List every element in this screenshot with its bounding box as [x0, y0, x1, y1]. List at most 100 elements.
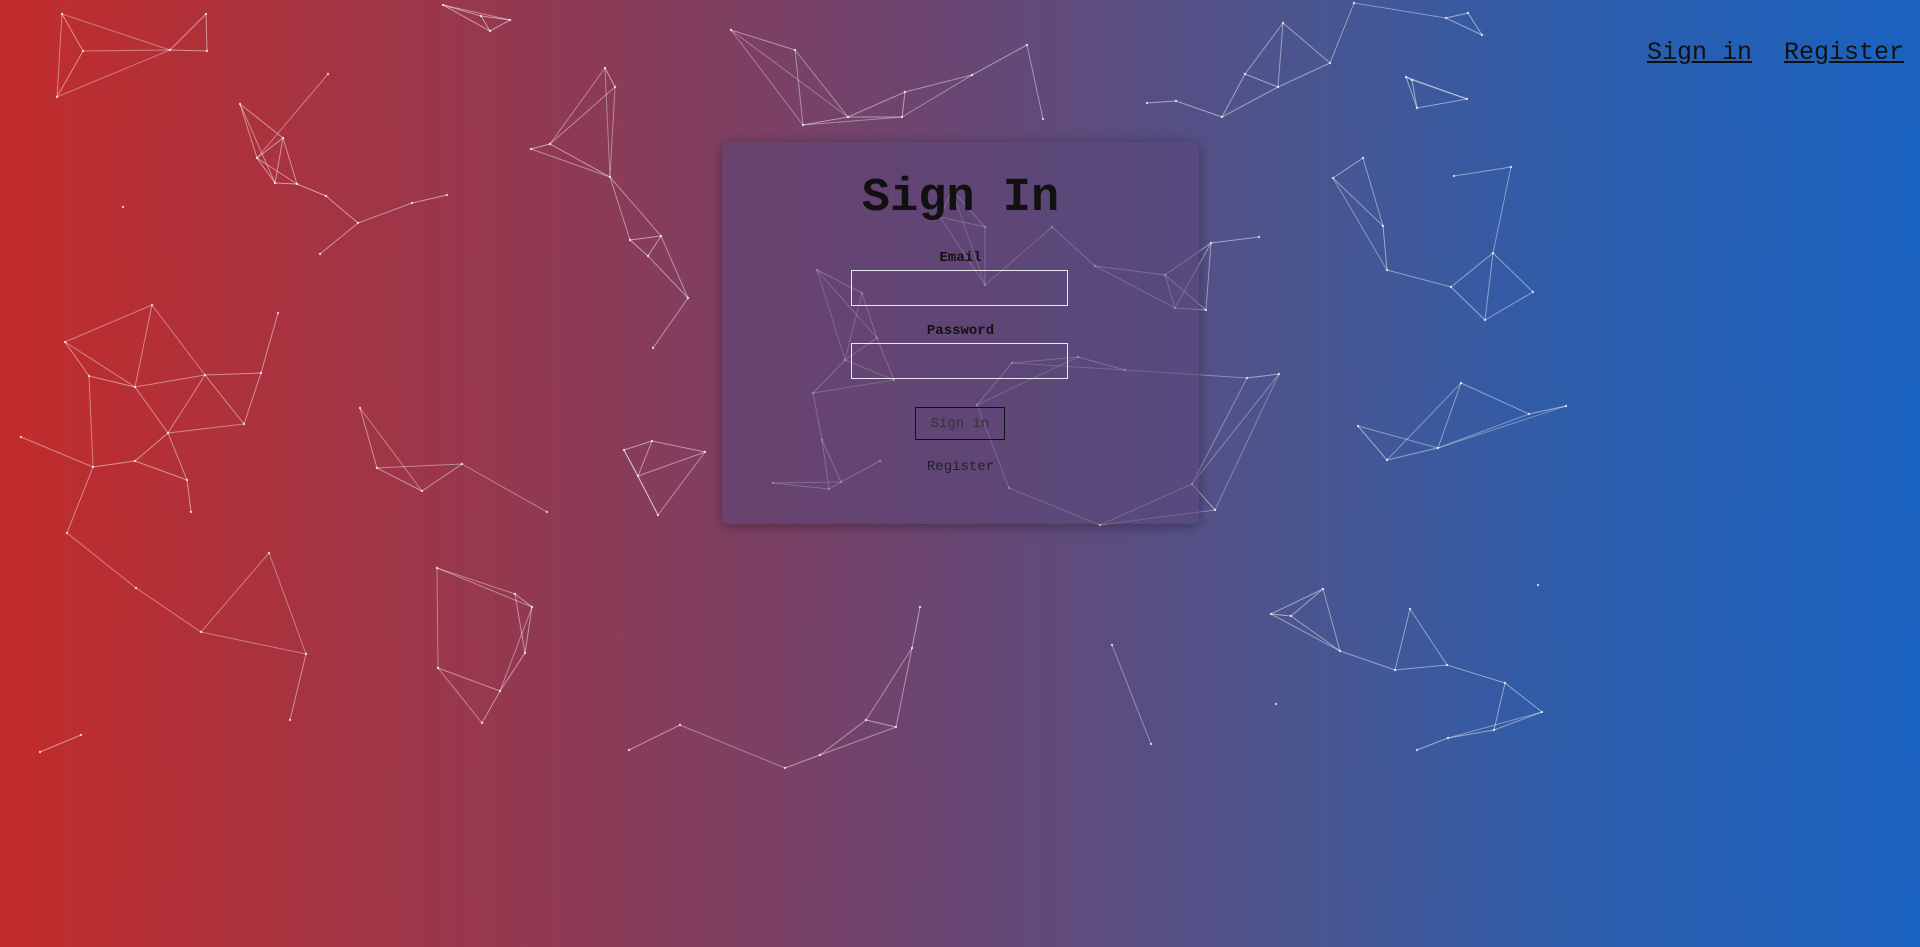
network-line [289, 653, 307, 721]
network-line [1111, 644, 1152, 745]
network-line [436, 567, 439, 669]
network-node [1356, 424, 1360, 428]
network-line [1460, 382, 1530, 415]
network-node [204, 12, 208, 16]
network-node [1449, 285, 1453, 289]
network-node [1289, 614, 1293, 618]
network-node [622, 448, 626, 452]
password-field[interactable] [851, 343, 1068, 379]
nav-sign-in-link[interactable]: Sign in [1647, 38, 1752, 67]
network-node [1459, 381, 1463, 385]
network-line [1492, 166, 1512, 254]
network-line [971, 44, 1028, 76]
network-line [151, 304, 206, 376]
network-line [1210, 236, 1260, 244]
network-node [281, 136, 285, 140]
network-node [508, 18, 512, 22]
network-node [678, 723, 682, 727]
network-line [1450, 252, 1494, 288]
network-node [81, 49, 85, 53]
network-line [200, 552, 270, 633]
sign-in-card: Sign In Email Password Sign in Register [722, 142, 1199, 524]
network-node [199, 630, 203, 634]
network-line [1447, 711, 1543, 739]
network-node [548, 142, 552, 146]
network-node [1385, 268, 1389, 272]
network-node [65, 531, 69, 535]
network-line [359, 407, 423, 492]
network-node [1338, 649, 1342, 653]
network-line [167, 374, 206, 434]
network-line [1528, 405, 1567, 415]
network-node [1465, 97, 1469, 101]
network-node [238, 102, 242, 106]
network-line [1492, 252, 1534, 293]
network-line [637, 451, 706, 477]
network-node [295, 182, 299, 186]
network-line [256, 157, 298, 185]
network-node [627, 748, 631, 752]
network-node [864, 718, 868, 722]
network-line [442, 4, 491, 32]
network-line [514, 593, 533, 608]
network-line [1244, 73, 1279, 88]
network-node [1243, 72, 1247, 76]
network-node [185, 478, 189, 482]
network-line [802, 116, 903, 126]
network-line [376, 463, 463, 469]
network-node [60, 12, 64, 16]
network-node [903, 90, 907, 94]
network-line [609, 176, 631, 241]
register-link[interactable]: Register [722, 459, 1199, 475]
network-node [1480, 33, 1484, 37]
network-node [529, 147, 533, 151]
network-line [1277, 62, 1331, 88]
network-node [1145, 101, 1149, 105]
sign-in-button[interactable]: Sign in [915, 407, 1005, 440]
nav-register-link[interactable]: Register [1784, 38, 1904, 67]
network-node [1174, 99, 1178, 103]
network-node [168, 48, 172, 52]
network-node [636, 474, 640, 478]
network-line [904, 74, 973, 93]
network-line [1332, 157, 1364, 179]
network-line [1416, 737, 1449, 751]
network-line [56, 49, 171, 98]
network-node [1098, 523, 1102, 527]
network-node [55, 95, 59, 99]
network-line [629, 239, 649, 257]
network-node [1408, 607, 1412, 611]
network-node [646, 254, 650, 258]
network-line [88, 375, 136, 388]
network-node [91, 465, 95, 469]
network-node [304, 652, 308, 656]
network-node [656, 513, 660, 517]
network-line [1386, 269, 1452, 288]
network-line [134, 460, 188, 481]
network-line [499, 606, 533, 692]
network-node [1393, 668, 1397, 672]
network-node [288, 718, 292, 722]
network-line [274, 137, 284, 184]
network-node [1281, 21, 1285, 25]
network-line [1386, 382, 1462, 461]
network-line [1394, 608, 1411, 671]
password-label: Password [926, 323, 995, 339]
network-line [282, 137, 298, 185]
network-node [1509, 165, 1513, 169]
network-node [255, 156, 259, 160]
network-line [647, 255, 689, 299]
network-line [256, 137, 284, 159]
network-line [66, 532, 137, 589]
network-line [256, 73, 329, 159]
network-node [242, 422, 246, 426]
network-node [530, 605, 534, 609]
network-line [169, 49, 208, 52]
network-line [1437, 413, 1530, 449]
network-node [479, 14, 483, 18]
email-field[interactable] [851, 270, 1068, 306]
network-node [259, 371, 263, 375]
network-node [480, 721, 484, 725]
network-node [318, 252, 322, 256]
network-line [549, 86, 616, 145]
